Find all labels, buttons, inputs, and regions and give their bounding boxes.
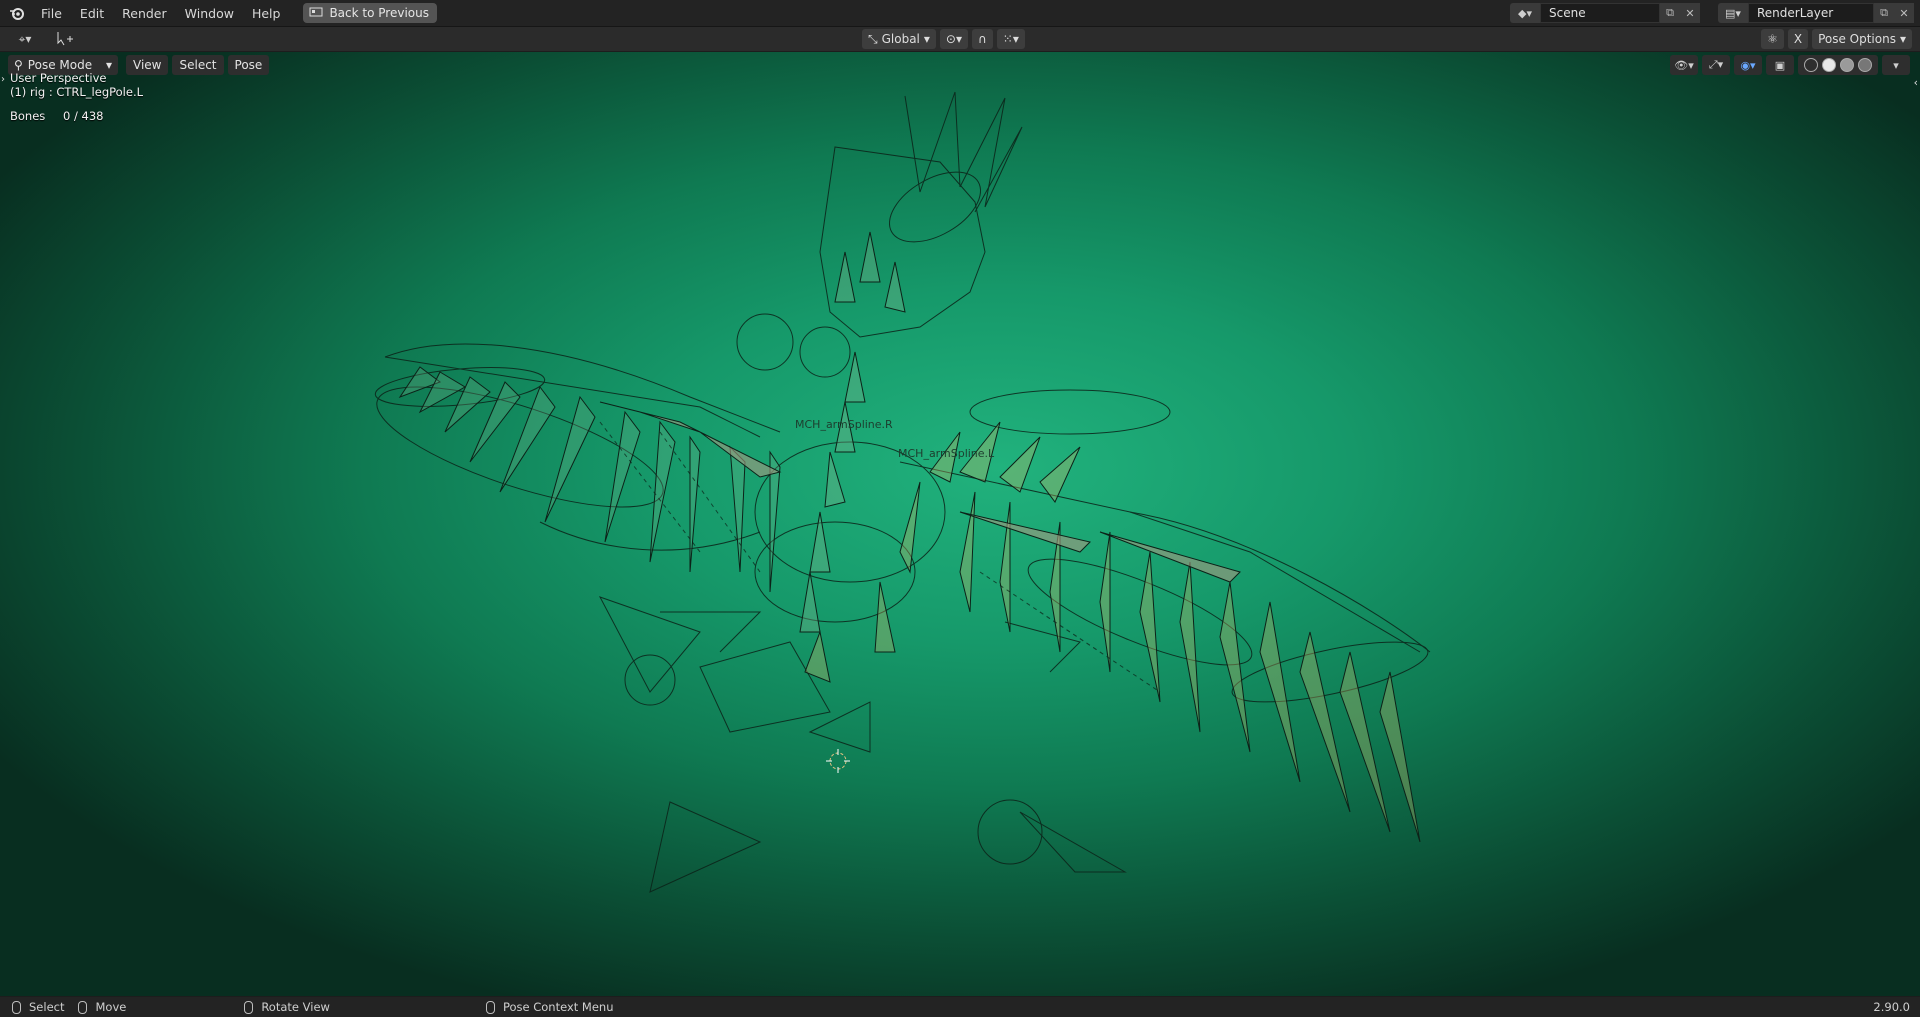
render-layer-selector[interactable]: ▤▾ RenderLayer ⧉ ✕ bbox=[1718, 3, 1914, 23]
menu-help[interactable]: Help bbox=[243, 3, 290, 24]
armature-rig-drawing bbox=[374, 91, 1431, 893]
scene-layer-selectors: ◆▾ Scene ⧉ ✕ ▤▾ RenderLayer ⧉ ✕ bbox=[1510, 3, 1914, 23]
right-mouse-icon bbox=[485, 1000, 495, 1014]
scene-icon: ◆▾ bbox=[1510, 3, 1540, 23]
transform-orientation-dropdown[interactable]: ⤡ Global ▾ bbox=[862, 29, 936, 49]
mouse-drag-icon bbox=[78, 1000, 88, 1014]
menu-file[interactable]: File bbox=[32, 3, 71, 24]
status-select-label: Select bbox=[29, 1000, 65, 1014]
status-rotate-label: Rotate View bbox=[261, 1000, 330, 1014]
3d-viewport[interactable]: ⚲ Pose Mode ▾ View Select Pose 👁▾ ⤢▾ ◉▾ … bbox=[0, 52, 1920, 996]
pose-options-label: Pose Options bbox=[1818, 32, 1896, 46]
menu-edit[interactable]: Edit bbox=[71, 3, 113, 24]
scene-selector[interactable]: ◆▾ Scene ⧉ ✕ bbox=[1510, 3, 1700, 23]
menu-render[interactable]: Render bbox=[113, 3, 176, 24]
x-mirror-button[interactable]: X bbox=[1787, 29, 1809, 49]
new-render-layer-icon[interactable]: ⧉ bbox=[1874, 3, 1894, 23]
scene-name-field[interactable]: Scene bbox=[1540, 3, 1660, 23]
chevron-down-icon: ▾ bbox=[923, 32, 930, 46]
transform-tool-icon[interactable] bbox=[54, 29, 76, 49]
menu-window[interactable]: Window bbox=[176, 3, 243, 24]
blender-logo-icon[interactable] bbox=[8, 4, 26, 22]
back-to-previous-button[interactable]: Back to Previous bbox=[303, 3, 437, 23]
status-move: Move bbox=[78, 1000, 126, 1014]
snap-toggle[interactable]: ∩ bbox=[972, 29, 993, 49]
render-layer-icon: ▤▾ bbox=[1718, 3, 1748, 23]
editor-type-icon[interactable]: ⌖▾ bbox=[10, 29, 40, 49]
mirror-icon[interactable]: ⚛ bbox=[1761, 29, 1784, 49]
status-context-label: Pose Context Menu bbox=[502, 1000, 614, 1014]
pivot-point-dropdown[interactable]: ⊙▾ bbox=[939, 29, 968, 49]
magnet-icon: ∩ bbox=[978, 32, 987, 46]
3d-cursor-icon bbox=[826, 749, 850, 773]
orientation-icon: ⤡ bbox=[868, 31, 878, 46]
bone-label-armspline-r: MCH_armSpline.R bbox=[795, 418, 893, 431]
new-scene-icon[interactable]: ⧉ bbox=[1660, 3, 1680, 23]
snap-target-dropdown[interactable]: ⁙▾ bbox=[996, 29, 1025, 49]
back-to-previous-label: Back to Previous bbox=[329, 6, 429, 20]
orientation-label: Global bbox=[881, 32, 920, 46]
chevron-down-icon: ▾ bbox=[1899, 32, 1906, 46]
snap-grid-icon: ⁙▾ bbox=[1002, 32, 1019, 46]
status-bar: Select Move Rotate View Pose Context Men… bbox=[0, 997, 1920, 1017]
screen-icon bbox=[309, 7, 323, 17]
render-layer-name-field[interactable]: RenderLayer bbox=[1748, 3, 1874, 23]
status-select: Select bbox=[12, 1000, 64, 1014]
pose-options-dropdown[interactable]: Pose Options ▾ bbox=[1812, 29, 1912, 49]
status-move-label: Move bbox=[95, 1000, 127, 1014]
middle-mouse-icon bbox=[244, 1000, 254, 1014]
bone-label-armspline-l: MCH_armSpline.L bbox=[898, 447, 995, 460]
tool-header: ⌖▾ ⤡ Global ▾ ⊙▾ ∩ ⁙▾ ⚛ X Pose Options ▾ bbox=[0, 27, 1920, 51]
delete-scene-icon[interactable]: ✕ bbox=[1680, 3, 1700, 23]
delete-render-layer-icon[interactable]: ✕ bbox=[1894, 3, 1914, 23]
status-context: Pose Context Menu bbox=[485, 1000, 614, 1014]
top-menu-bar: File Edit Render Window Help Back to Pre… bbox=[0, 0, 1920, 27]
version-label: 2.90.0 bbox=[1873, 1000, 1910, 1014]
pivot-icon: ⊙▾ bbox=[945, 32, 962, 46]
left-mouse-icon bbox=[12, 1000, 21, 1014]
status-rotate: Rotate View bbox=[244, 1000, 330, 1014]
